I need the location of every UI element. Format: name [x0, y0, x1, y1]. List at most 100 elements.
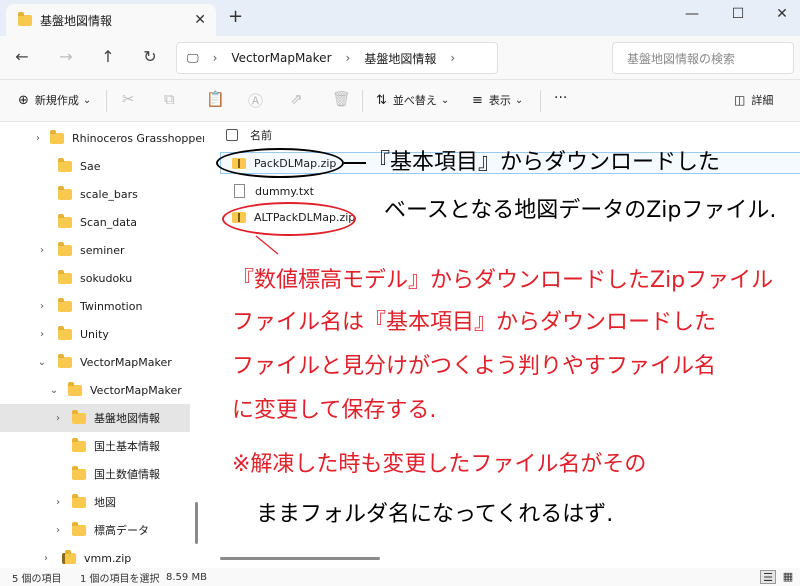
chevron-right-icon[interactable]: ›: [52, 497, 64, 508]
tile-view-icon[interactable]: ▦: [780, 570, 796, 584]
breadcrumb-kiban[interactable]: 基盤地図情報: [364, 50, 436, 67]
folder-icon: [18, 11, 32, 26]
more-options-icon[interactable]: ···: [554, 90, 567, 106]
chevron-right-icon[interactable]: ›: [36, 301, 48, 312]
close-tab-icon[interactable]: ✕: [194, 12, 206, 28]
new-button-label: 新規作成: [34, 94, 79, 107]
sidebar-item-label: Twinmotion: [80, 299, 143, 313]
paste-icon[interactable]: 📋: [206, 90, 225, 108]
delete-icon[interactable]: 🗑: [332, 90, 351, 108]
folder-icon: [58, 325, 72, 340]
view-button-label: 表示: [488, 94, 511, 107]
red-annotation-line1: 『数値標高モデル』からダウンロードしたZipファイル: [232, 268, 774, 293]
breadcrumb-separator-icon[interactable]: ›: [450, 51, 455, 65]
breadcrumb-vectormapmaker[interactable]: VectorMapMaker: [231, 51, 331, 65]
selected-size: 8.59 MB: [166, 571, 207, 583]
folder-icon: [72, 409, 86, 424]
chevron-right-icon[interactable]: ›: [36, 329, 48, 340]
sidebar-item-hyoukou[interactable]: › 標高データ: [0, 516, 190, 544]
refresh-button[interactable]: ↻: [140, 47, 160, 66]
black-annotation-line: [344, 162, 366, 164]
sidebar-item-sae[interactable]: Sae: [0, 152, 190, 180]
sidebar-item-kiban[interactable]: › 基盤地図情報: [0, 404, 190, 432]
address-bar-row: ← → ↑ ↻ 🖵 › VectorMapMaker › 基盤地図情報 › 基盤…: [0, 36, 800, 80]
folder-icon: [58, 185, 72, 200]
column-name-header[interactable]: 名前: [250, 127, 272, 143]
folder-icon: [58, 157, 72, 172]
tab-title: 基盤地図情報: [40, 13, 113, 28]
minimize-button[interactable]: —: [682, 6, 702, 22]
cut-icon[interactable]: ✂: [122, 90, 135, 108]
sidebar-item-scale-bars[interactable]: scale_bars: [0, 180, 190, 208]
sidebar-item-vectormapmaker[interactable]: ⌄ VectorMapMaker: [0, 348, 190, 376]
text-file-icon: [234, 184, 245, 198]
list-view-icon[interactable]: ☰: [760, 570, 776, 584]
sidebar-item-label: 基盤地図情報: [94, 412, 160, 425]
red-annotation-pointer: [255, 235, 279, 255]
sidebar-scrollbar[interactable]: [195, 502, 198, 544]
sidebar-item-twinmotion[interactable]: › Twinmotion: [0, 292, 190, 320]
divider: [540, 90, 541, 112]
chevron-right-icon[interactable]: ›: [40, 553, 52, 564]
select-all-checkbox[interactable]: [226, 129, 238, 141]
folder-icon: [58, 241, 72, 256]
details-button[interactable]: ◫ 詳細: [734, 92, 773, 108]
copy-icon[interactable]: ⧉: [164, 90, 175, 108]
breadcrumb-separator-icon[interactable]: ›: [213, 51, 218, 65]
sidebar-item-label: Unity: [80, 327, 109, 341]
sidebar-item-chizu[interactable]: › 地図: [0, 488, 190, 516]
sidebar-item-vectormapmaker-sub[interactable]: ⌄ VectorMapMaker: [0, 376, 190, 404]
sidebar-item-scan-data[interactable]: Scan_data: [0, 208, 190, 236]
breadcrumb-separator-icon[interactable]: ›: [346, 51, 351, 65]
share-icon[interactable]: ⇗: [290, 90, 303, 108]
details-pane-icon: ◫: [734, 93, 746, 107]
up-button[interactable]: ↑: [98, 47, 118, 66]
address-field[interactable]: 🖵 › VectorMapMaker › 基盤地図情報 ›: [176, 42, 498, 74]
chevron-down-icon[interactable]: ⌄: [48, 385, 60, 396]
sidebar-item-label: 地図: [94, 496, 116, 509]
sidebar-item-rhinoceros[interactable]: › Rhinoceros Grasshopper: [0, 124, 207, 152]
sort-button[interactable]: ⇅ 並べ替え ⌄: [376, 92, 449, 108]
sidebar-item-seminer[interactable]: › seminer: [0, 236, 190, 264]
horizontal-scrollbar[interactable]: [220, 557, 380, 560]
chevron-right-icon[interactable]: ›: [52, 525, 64, 536]
sidebar-item-label: VectorMapMaker: [80, 355, 172, 369]
new-button[interactable]: ⊕ 新規作成 ⌄: [18, 92, 91, 108]
sidebar-item-label: seminer: [80, 243, 125, 257]
folder-icon: [58, 269, 72, 284]
sidebar-item-kokudo-kihon[interactable]: 国土基本情報: [0, 432, 190, 460]
tab-kiban[interactable]: 基盤地図情報 ✕: [6, 4, 216, 36]
maximize-button[interactable]: ☐: [728, 6, 748, 22]
sidebar-item-label: sokudoku: [80, 271, 133, 285]
chevron-down-icon: ⌄: [440, 94, 450, 106]
close-window-button[interactable]: ✕: [772, 6, 792, 22]
red-annotation-line5: ※解凍した時も変更したファイル名がその: [232, 452, 647, 477]
view-button[interactable]: ≡ 表示 ⌄: [472, 92, 523, 108]
back-button[interactable]: ←: [12, 47, 32, 66]
file-row-dummy[interactable]: dummy.txt: [204, 180, 314, 202]
column-header-row: 名前: [204, 122, 800, 148]
sidebar-item-label: Sae: [80, 159, 101, 173]
rename-icon[interactable]: Ⓐ: [248, 90, 263, 111]
sidebar-item-unity[interactable]: › Unity: [0, 320, 190, 348]
chevron-down-icon[interactable]: ⌄: [36, 357, 48, 368]
sort-button-label: 並べ替え: [392, 94, 437, 107]
chevron-right-icon[interactable]: ›: [36, 245, 48, 256]
folder-icon: [72, 465, 86, 480]
forward-button[interactable]: →: [56, 47, 76, 66]
chevron-right-icon[interactable]: ›: [36, 133, 40, 144]
black-annotation-line1: 『基本項目』からダウンロードした: [368, 150, 721, 175]
sidebar-item-label: VectorMapMaker: [90, 383, 182, 397]
computer-icon: 🖵: [187, 50, 199, 65]
chevron-down-icon: ⌄: [514, 94, 524, 106]
divider: [362, 90, 363, 112]
sidebar-item-sokudoku[interactable]: sokudoku: [0, 264, 190, 292]
title-bar: 基盤地図情報 ✕ + — ☐ ✕: [0, 0, 800, 36]
folder-icon: [50, 129, 64, 144]
search-input[interactable]: 基盤地図情報の検索: [612, 42, 794, 74]
sidebar-item-kokudo-suuchi[interactable]: 国土数値情報: [0, 460, 190, 488]
new-tab-button[interactable]: +: [228, 8, 243, 26]
divider: [106, 90, 107, 112]
chevron-right-icon[interactable]: ›: [52, 413, 64, 424]
folder-icon: [58, 353, 72, 368]
